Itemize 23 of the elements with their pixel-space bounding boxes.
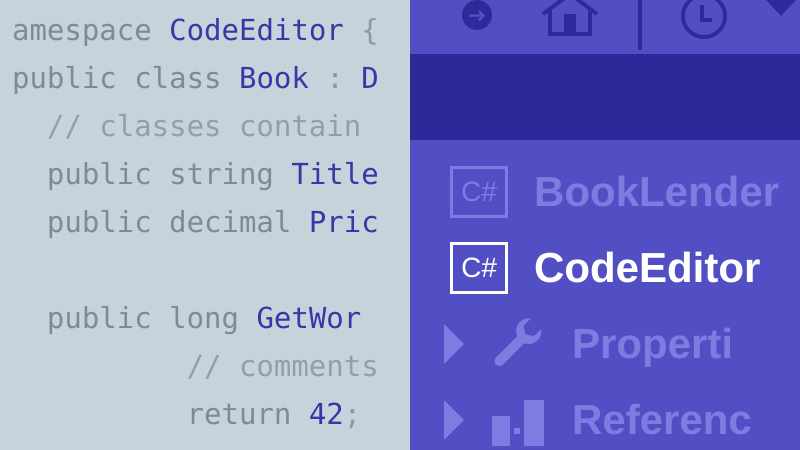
code-text: amespace: [12, 12, 153, 49]
code-text: :: [325, 60, 345, 97]
caret-down-icon[interactable]: [766, 0, 796, 16]
code-text: D: [361, 60, 379, 97]
code-text: Book: [238, 60, 309, 97]
code-text: Title: [291, 156, 379, 193]
code-text: ;: [344, 396, 362, 433]
code-text: GetWor: [256, 300, 362, 337]
expand-arrow-icon[interactable]: [444, 324, 464, 364]
code-text: public decimal: [46, 204, 292, 241]
code-text: Pric: [308, 204, 379, 241]
code-text: public string: [46, 156, 275, 193]
expand-arrow-icon[interactable]: [444, 400, 464, 440]
code-text: CodeEditor: [169, 12, 344, 49]
csharp-project-icon: C#: [450, 242, 508, 294]
code-text: public long: [46, 300, 240, 337]
code-text: public class: [12, 60, 223, 97]
code-text: 42: [308, 396, 344, 433]
tree-item[interactable]: CodeEditor: [534, 244, 760, 292]
home-icon[interactable]: [540, 0, 600, 36]
code-text: {: [360, 12, 379, 49]
clock-icon[interactable]: [680, 0, 728, 40]
code-text: return: [186, 396, 292, 433]
